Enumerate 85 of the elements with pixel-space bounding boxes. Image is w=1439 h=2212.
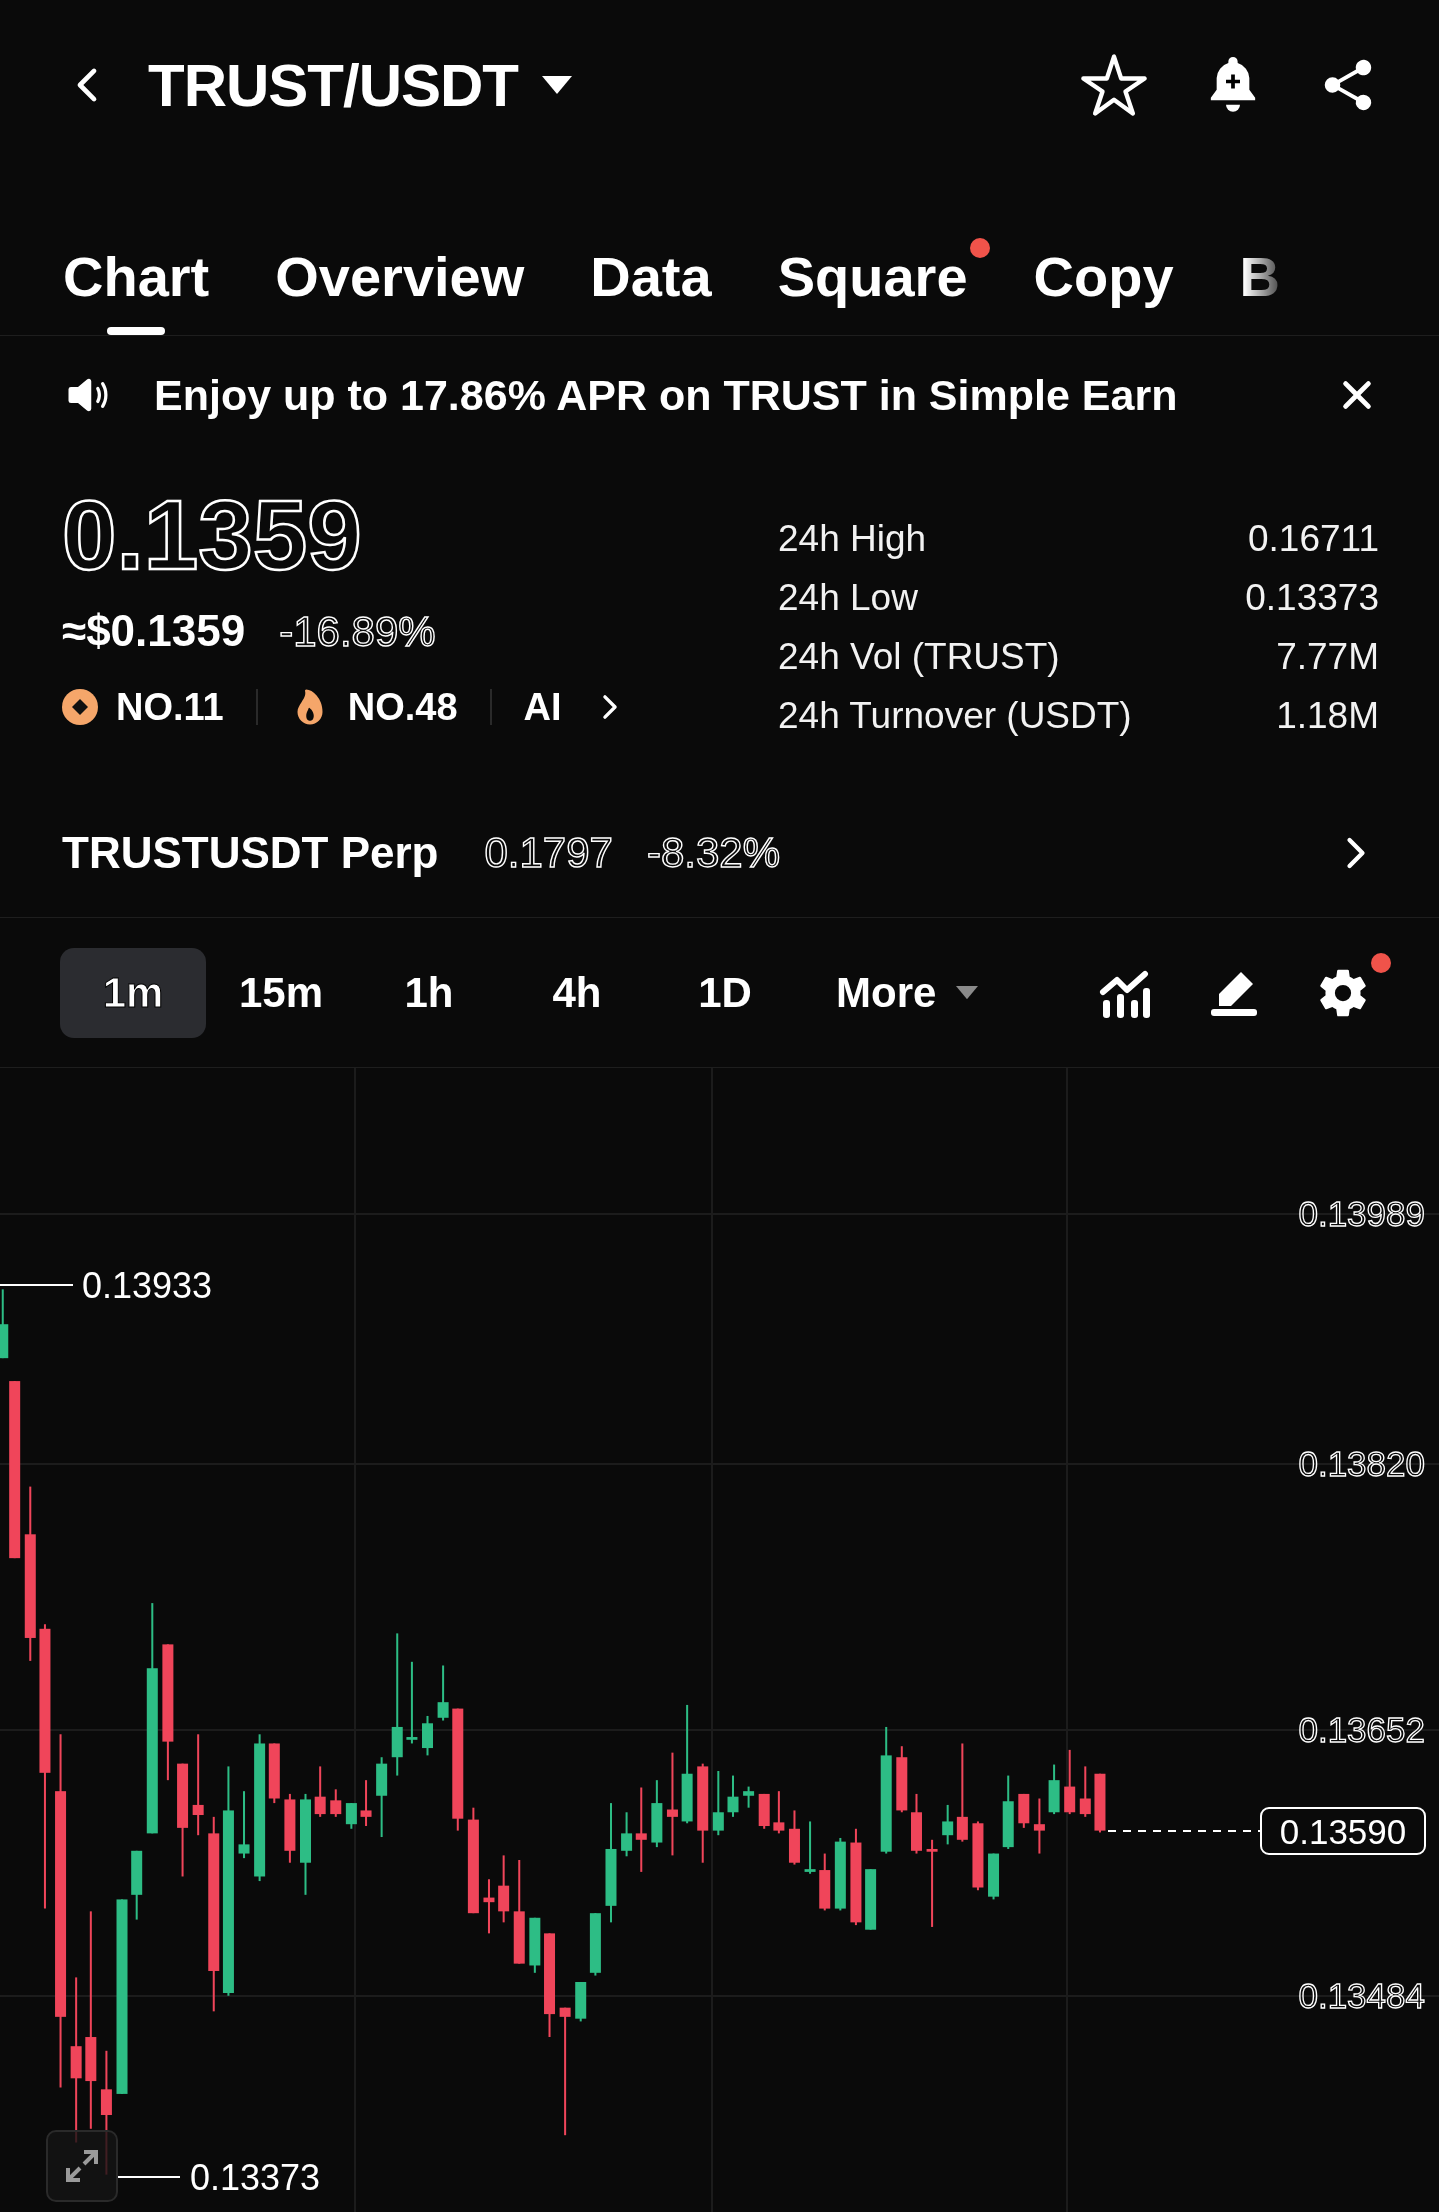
candlestick [788, 1810, 800, 1865]
more-dropdown[interactable]: More [836, 968, 979, 1017]
drawing-tool-button[interactable] [1209, 969, 1259, 1016]
candlestick [1064, 1749, 1076, 1815]
perp-price: 0.1797 [484, 829, 613, 877]
candlestick [712, 1771, 724, 1836]
perp-change: -8.32% [646, 829, 781, 877]
tab[interactable]: B [1239, 244, 1280, 335]
candlestick [284, 1793, 296, 1863]
candlestick [972, 1821, 984, 1891]
candlestick [360, 1780, 372, 1827]
price-axis-label: 0.13484 [1298, 1976, 1425, 2015]
candlestick [589, 1913, 601, 1976]
stat-value: 7.77M [1276, 636, 1379, 678]
stat-label: 24h Low [778, 577, 918, 619]
candlestick [758, 1793, 770, 1829]
candlestick [743, 1786, 755, 1808]
stat-label: 24h High [778, 518, 927, 560]
tab[interactable]: Square [777, 244, 968, 335]
price-axis-label: 0.13820 [1298, 1444, 1425, 1483]
last-price: 0.1359 [62, 482, 362, 590]
price-change: -16.89% [279, 607, 436, 656]
pair-dropdown-button[interactable] [542, 76, 572, 94]
candlestick [804, 1821, 816, 1874]
timeframe-tab[interactable]: 1D [652, 947, 798, 1038]
caret-icon [956, 985, 979, 1000]
high-price-marker: 0.13933 [82, 1265, 213, 1306]
tab[interactable]: Data [590, 244, 712, 335]
stat-label: 24h Vol (TRUST) [778, 636, 1060, 678]
fullscreen-button[interactable] [46, 2130, 118, 2202]
stat-value: 0.13373 [1245, 577, 1379, 619]
promo-banner-text: Enjoy up to 17.86% APR on TRUST in Simple Earn [154, 370, 1178, 420]
usd-price: ≈$0.1359 [62, 605, 246, 656]
timeframe-tab[interactable]: 1h [356, 947, 502, 1038]
candlestick [330, 1789, 342, 1817]
candlestick [422, 1715, 433, 1756]
candlestick [1018, 1793, 1030, 1828]
candlestick [268, 1743, 280, 1804]
candlestick [345, 1803, 357, 1829]
candlestick [437, 1665, 449, 1721]
price-axis-label: 0.13989 [1298, 1194, 1425, 1233]
perp-name: TRUSTUSDT Perp [62, 828, 439, 878]
timeframe-tab[interactable]: 1m [60, 947, 206, 1038]
tab[interactable]: Chart [63, 244, 210, 335]
candlestick [238, 1791, 250, 1859]
candlestick [865, 1869, 877, 1930]
pencil-icon [1209, 969, 1259, 1016]
last-price-label: 0.13590 [1260, 1807, 1426, 1855]
candlestick [651, 1780, 663, 1848]
candlestick [0, 1289, 9, 1359]
candlestick [896, 1746, 908, 1813]
rank-link[interactable]: NO.11 [62, 685, 224, 729]
pair-title: TRUST/USDT [148, 50, 518, 120]
stat-value: 0.16711 [1248, 518, 1379, 560]
candlestick [498, 1855, 510, 1923]
caret-icon [542, 76, 572, 94]
tab[interactable]: Copy [1033, 244, 1174, 335]
rank-link[interactable]: NO.48 [289, 685, 458, 729]
timeframe-tab[interactable]: 4h [504, 947, 650, 1038]
price-axis-label: 0.13652 [1298, 1710, 1425, 1749]
candlestick [988, 1853, 1000, 1900]
candlestick [314, 1766, 326, 1817]
candlestick [1048, 1764, 1060, 1815]
low-price-marker: 0.13373 [190, 2157, 321, 2198]
expand-icon [64, 2148, 100, 2184]
candlestick [529, 1917, 541, 1973]
candlestick [483, 1879, 495, 1934]
candlestick [1079, 1766, 1091, 1817]
coin-icon [62, 689, 98, 726]
candlestick [727, 1775, 739, 1817]
candlestick [911, 1793, 922, 1854]
tab[interactable]: Overview [275, 244, 525, 335]
candlestick [575, 1982, 587, 2022]
candlestick [773, 1791, 785, 1834]
candlestick [131, 1850, 143, 1920]
stat-label: 24h Turnover (USDT) [778, 695, 1132, 737]
candlestick [942, 1804, 954, 1845]
candlestick [1094, 1773, 1106, 1833]
stat-value: 1.18M [1276, 695, 1379, 737]
candlestick [1033, 1798, 1045, 1854]
rank-link[interactable]: AI [523, 685, 628, 729]
candlestick [819, 1853, 831, 1911]
candlestick [621, 1812, 633, 1857]
timeframe-tab[interactable]: 15m [208, 947, 354, 1038]
settings-button[interactable] [1317, 952, 1391, 1019]
